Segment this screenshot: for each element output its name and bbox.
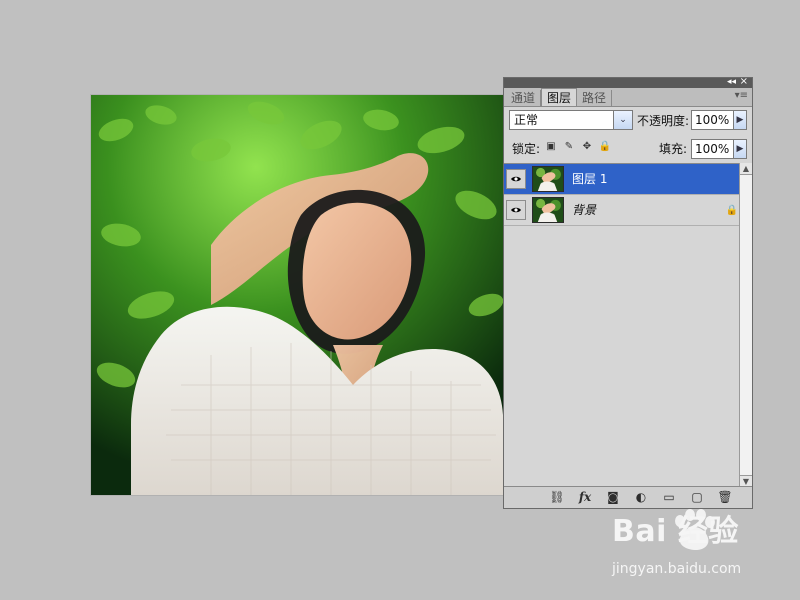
layers-action-icons: ⛓ fx ◙ ◐ ▭ ▢ 🗑: [549, 490, 732, 504]
blend-mode-select[interactable]: 正常 ⌄: [509, 110, 633, 130]
eye-icon[interactable]: [506, 200, 526, 220]
screen-root: ◂◂ × 通道 图层 路径 ▾≡ 正常 ⌄ 不透明度: 100% ▶ 锁定: ▣…: [0, 0, 800, 600]
blend-opacity-row: 正常 ⌄ 不透明度: 100% ▶: [504, 107, 752, 135]
close-icon[interactable]: ×: [740, 77, 748, 87]
tab-paths[interactable]: 路径: [577, 90, 613, 106]
scroll-up-icon[interactable]: ▲: [740, 163, 752, 175]
layer-list: 图层 1 背景 🔒: [504, 163, 752, 487]
fill-label: 填充:: [659, 142, 688, 156]
brush-icon[interactable]: ✎: [563, 140, 575, 152]
folder-icon[interactable]: ▭: [662, 490, 676, 504]
layer-row[interactable]: 背景 🔒: [504, 195, 752, 226]
layer-row[interactable]: 图层 1: [504, 164, 752, 195]
panel-tabs: 通道 图层 路径 ▾≡: [504, 88, 752, 107]
lock-transparent-pixels-icon[interactable]: ▣: [545, 140, 557, 152]
lock-options: ▣ ✎ ✥ 🔒: [545, 140, 611, 152]
layers-scrollbar[interactable]: ▲ ▼: [739, 163, 752, 487]
blend-mode-value: 正常: [514, 113, 539, 127]
tab-layers[interactable]: 图层: [541, 88, 578, 106]
panel-title-bar: ◂◂ ×: [504, 77, 752, 88]
new-layer-icon[interactable]: ▢: [690, 490, 704, 504]
eye-icon[interactable]: [506, 169, 526, 189]
layers-panel: ◂◂ × 通道 图层 路径 ▾≡ 正常 ⌄ 不透明度: 100% ▶ 锁定: ▣…: [503, 77, 753, 509]
layers-bottom-toolbar: ⛓ fx ◙ ◐ ▭ ▢ 🗑: [504, 486, 752, 508]
move-icon[interactable]: ✥: [581, 140, 593, 152]
baidu-jingyan-watermark: Bai 经验 jingyan.baidu.com: [612, 509, 792, 585]
padlock-icon: 🔒: [725, 204, 739, 216]
lock-label: 锁定:: [512, 142, 541, 156]
portrait-photo-image: [91, 95, 503, 495]
opacity-stepper-button[interactable]: ▶: [733, 110, 747, 130]
tab-channels[interactable]: 通道: [506, 90, 542, 106]
adjustment-layer-icon[interactable]: ◐: [634, 490, 648, 504]
fill-stepper-button[interactable]: ▶: [733, 139, 747, 159]
paw-logo-icon: [675, 509, 715, 550]
link-layers-icon[interactable]: ⛓: [549, 490, 564, 504]
lock-icon[interactable]: 🔒: [599, 140, 611, 152]
panel-menu-icon[interactable]: ▾≡: [735, 90, 748, 102]
trash-icon[interactable]: 🗑: [717, 490, 732, 504]
photo-canvas[interactable]: [91, 95, 503, 495]
watermark-brand: Bai 经验: [612, 514, 739, 549]
lock-fill-row: 锁定: ▣ ✎ ✥ 🔒 填充: 100% ▶: [504, 135, 752, 163]
layer-name: 背景: [572, 203, 597, 217]
layer-mask-icon[interactable]: ◙: [606, 490, 620, 504]
fx-icon[interactable]: fx: [578, 490, 592, 504]
double-chevron-icon[interactable]: ◂◂: [727, 77, 736, 87]
layer-thumbnail: [532, 166, 564, 192]
watermark-url: jingyan.baidu.com: [612, 561, 742, 577]
opacity-label: 不透明度:: [637, 114, 690, 128]
chevron-down-icon[interactable]: ⌄: [613, 111, 632, 129]
layer-name: 图层 1: [572, 172, 608, 186]
layer-thumbnail: [532, 197, 564, 223]
